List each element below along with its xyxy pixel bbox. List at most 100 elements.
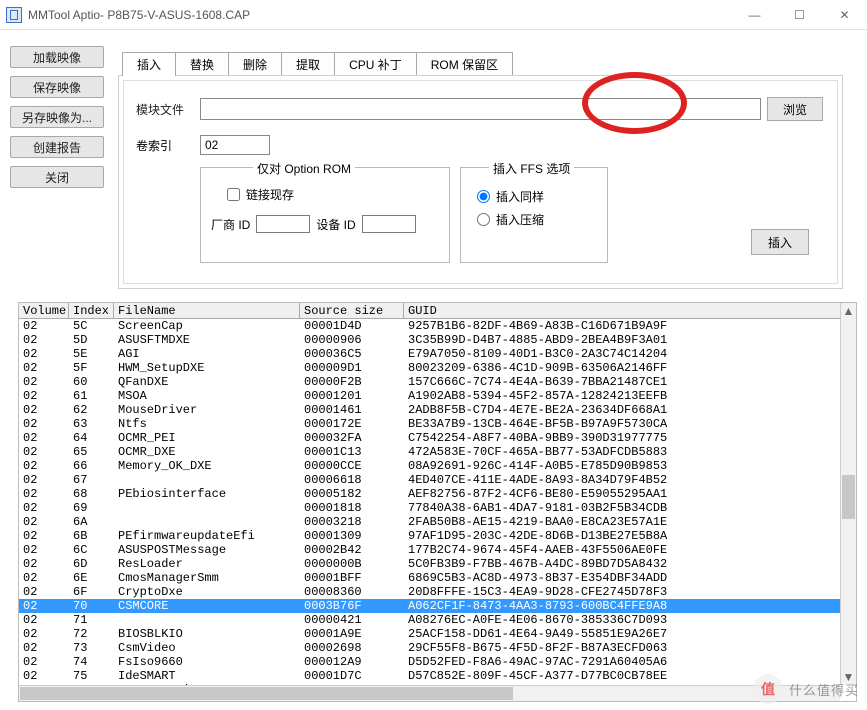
scroll-down-arrow[interactable]: ▼ — [841, 669, 856, 685]
table-row[interactable]: 0275IdeSMART00001D7CD57C852E-809F-45CF-A… — [19, 669, 856, 683]
volume-index-input[interactable] — [200, 135, 270, 155]
header-source-size[interactable]: Source size — [300, 303, 404, 318]
insert-button[interactable]: 插入 — [751, 229, 809, 255]
vertical-scrollbar[interactable]: ▲ ▼ — [840, 303, 856, 685]
minimize-button[interactable]: — — [732, 0, 777, 30]
table-row[interactable]: 0265OCMR_DXE00001C13472A583E-70CF-465A-B… — [19, 445, 856, 459]
insert-form-inner: 模块文件 浏览 卷索引 仅对 Option ROM 链接现存 厂商 ID 设备 … — [123, 80, 838, 284]
header-guid[interactable]: GUID — [404, 303, 856, 318]
save-image-as-button[interactable]: 另存映像为... — [10, 106, 104, 128]
table-cell: 000032FA — [300, 431, 404, 445]
table-row[interactable]: 02690000181877840A38-6AB1-4DA7-9181-03B2… — [19, 501, 856, 515]
table-cell: 4ED407CE-411E-4ADE-8A93-8A34D79F4B52 — [404, 473, 856, 487]
table-cell: 00003218 — [300, 515, 404, 529]
table-cell: 02 — [19, 627, 69, 641]
table-cell: 69 — [69, 501, 114, 515]
table-cell: PEbiosinterface — [114, 487, 300, 501]
table-cell: 72 — [69, 627, 114, 641]
table-row[interactable]: 025FHWM_SetupDXE000009D180023209-6386-4C… — [19, 361, 856, 375]
tab-replace[interactable]: 替换 — [175, 52, 229, 76]
module-file-input[interactable] — [200, 98, 761, 120]
table-cell: C7542254-A8F7-40BA-9BB9-390D31977775 — [404, 431, 856, 445]
vertical-scroll-thumb[interactable] — [842, 475, 855, 519]
table-cell: 65 — [69, 445, 114, 459]
table-cell: 00000F2B — [300, 375, 404, 389]
table-row[interactable]: 0266Memory_OK_DXE00000CCE08A92691-926C-4… — [19, 459, 856, 473]
table-cell: 02 — [19, 557, 69, 571]
tab-cpu-patch[interactable]: CPU 补丁 — [334, 52, 417, 76]
table-row[interactable]: 0262MouseDriver000014612ADB8F5B-C7D4-4E7… — [19, 403, 856, 417]
table-cell: 0000000B — [300, 557, 404, 571]
table-cell: 157C666C-7C74-4E4A-B639-7BBA21487CE1 — [404, 375, 856, 389]
table-row[interactable]: 026BPEfirmwareupdateEfi0000130997AF1D95-… — [19, 529, 856, 543]
table-cell — [114, 501, 300, 515]
tab-extract[interactable]: 提取 — [281, 52, 335, 76]
header-index[interactable]: Index — [69, 303, 114, 318]
table-cell: 02 — [19, 543, 69, 557]
table-cell: Ntfs — [114, 417, 300, 431]
close-button[interactable]: ✕ — [822, 0, 867, 30]
table-row[interactable]: 025DASUSFTMDXE000009063C35B99D-D4B7-4885… — [19, 333, 856, 347]
tab-rom-reserved[interactable]: ROM 保留区 — [416, 52, 513, 76]
table-row[interactable]: 0260QFanDXE00000F2B157C666C-7C74-4E4A-B6… — [19, 375, 856, 389]
header-filename[interactable]: FileName — [114, 303, 300, 318]
table-cell: 5E — [69, 347, 114, 361]
table-cell: 02 — [19, 333, 69, 347]
link-existing-checkbox[interactable] — [227, 188, 240, 201]
table-cell: HWM_SetupDXE — [114, 361, 300, 375]
table-row[interactable]: 0263Ntfs0000172EBE33A7B9-13CB-464E-BF5B-… — [19, 417, 856, 431]
table-row[interactable]: 0268PEbiosinterface00005182AEF82756-87F2… — [19, 487, 856, 501]
table-cell: Memory_OK_DXE — [114, 459, 300, 473]
table-cell: 02 — [19, 641, 69, 655]
table-cell: BIOSBLKIO — [114, 627, 300, 641]
table-row[interactable]: 0274FsIso9660000012A9D5D52FED-F8A6-49AC-… — [19, 655, 856, 669]
maximize-button[interactable]: ☐ — [777, 0, 822, 30]
option-rom-legend: 仅对 Option ROM — [253, 160, 355, 177]
table-cell: 02 — [19, 599, 69, 613]
save-image-button[interactable]: 保存映像 — [10, 76, 104, 98]
table-row[interactable]: 0267000066184ED407CE-411E-4ADE-8A93-8A34… — [19, 473, 856, 487]
table-cell: 74 — [69, 655, 114, 669]
table-cell: 6F — [69, 585, 114, 599]
vendor-id-input[interactable] — [256, 215, 310, 233]
table-row[interactable]: 025CScreenCap00001D4D9257B1B6-82DF-4B69-… — [19, 319, 856, 333]
table-row[interactable]: 0264OCMR_PEI000032FAC7542254-A8F7-40BA-9… — [19, 431, 856, 445]
table-cell: 6E — [69, 571, 114, 585]
window-title: MMTool Aptio- P8B75-V-ASUS-1608.CAP — [28, 8, 250, 22]
table-row[interactable]: 0270CSMCORE0003B76FA062CF1F-8473-4AA3-87… — [19, 599, 856, 613]
close-image-button[interactable]: 关闭 — [10, 166, 104, 188]
table-row[interactable]: 026ECmosManagerSmm00001BFF6869C5B3-AC8D-… — [19, 571, 856, 585]
table-row[interactable]: 026FCryptoDxe0000836020D8FFFE-15C3-4EA9-… — [19, 585, 856, 599]
header-volume[interactable]: Volume — [19, 303, 69, 318]
table-cell: E79A7050-8109-40D1-B3C0-2A3C74C14204 — [404, 347, 856, 361]
table-cell: 9257B1B6-82DF-4B69-A83B-C16D671B9A9F — [404, 319, 856, 333]
table-row[interactable]: 026CASUSPOSTMessage00002B42177B2C74-9674… — [19, 543, 856, 557]
table-row[interactable]: 025EAGI000036C5E79A7050-8109-40D1-B3C0-2… — [19, 347, 856, 361]
table-cell: 73 — [69, 641, 114, 655]
table-row[interactable]: 026DResLoader0000000B5C0FB3B9-F7BB-467B-… — [19, 557, 856, 571]
ffs-compress-label: 插入压缩 — [496, 211, 544, 228]
table-row[interactable]: 027100000421A08276EC-A0FE-4E06-8670-3853… — [19, 613, 856, 627]
horizontal-scrollbar[interactable] — [19, 685, 840, 701]
tab-insert[interactable]: 插入 — [122, 52, 176, 76]
ffs-compress-radio[interactable] — [477, 213, 490, 226]
table-cell: 02 — [19, 361, 69, 375]
table-row[interactable]: 0273CsmVideo0000269829CF55F8-B675-4F5D-8… — [19, 641, 856, 655]
table-cell: 02 — [19, 403, 69, 417]
table-cell: 02 — [19, 655, 69, 669]
table-cell: 02 — [19, 319, 69, 333]
table-cell: 64 — [69, 431, 114, 445]
horizontal-scroll-thumb[interactable] — [20, 687, 513, 700]
device-id-input[interactable] — [362, 215, 416, 233]
table-row[interactable]: 0261MSOA00001201A1902AB8-5394-45F2-857A-… — [19, 389, 856, 403]
tab-delete[interactable]: 删除 — [228, 52, 282, 76]
browse-button[interactable]: 浏览 — [767, 97, 823, 121]
table-row[interactable]: 026A000032182FAB50B8-AE15-4219-BAA0-E8CA… — [19, 515, 856, 529]
table-cell: 00002B42 — [300, 543, 404, 557]
table-cell: 6B — [69, 529, 114, 543]
load-image-button[interactable]: 加载映像 — [10, 46, 104, 68]
scroll-up-arrow[interactable]: ▲ — [841, 303, 856, 319]
ffs-same-radio[interactable] — [477, 190, 490, 203]
table-row[interactable]: 0272BIOSBLKIO00001A9E25ACF158-DD61-4E64-… — [19, 627, 856, 641]
create-report-button[interactable]: 创建报告 — [10, 136, 104, 158]
